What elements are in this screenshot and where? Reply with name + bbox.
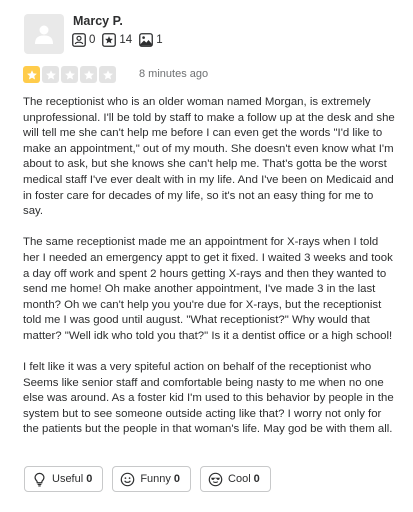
smiley-icon (121, 472, 135, 486)
cool-count: 0 (253, 473, 260, 485)
review-paragraph: I felt like it was a very spiteful actio… (23, 361, 394, 436)
friends-icon (72, 33, 86, 47)
cool-button[interactable]: Cool 0 (200, 466, 271, 492)
reaction-buttons: Useful 0 Funny 0 Cool 0 (24, 466, 280, 492)
funny-button[interactable]: Funny 0 (112, 466, 192, 492)
star-icon (61, 66, 78, 83)
avatar-placeholder-icon (35, 25, 53, 44)
review-text: The receptionist who is an older woman n… (23, 95, 395, 454)
review-timestamp: 8 minutes ago (139, 68, 209, 80)
review-paragraph: The receptionist who is an older woman n… (23, 96, 395, 218)
friends-count: 0 (89, 34, 96, 46)
useful-label: Useful (52, 473, 84, 485)
photos-count: 1 (156, 34, 163, 46)
photos-stat: 1 (139, 33, 163, 47)
cool-label: Cool (228, 473, 251, 485)
review-paragraph: The same receptionist made me an appoint… (23, 236, 393, 342)
star-icon (23, 66, 40, 83)
star-icon (99, 66, 116, 83)
star-icon (80, 66, 97, 83)
useful-count: 0 (86, 473, 93, 485)
star-rating (23, 66, 118, 83)
reviews-count: 14 (119, 34, 133, 46)
avatar[interactable] (24, 14, 64, 54)
useful-button[interactable]: Useful 0 (24, 466, 104, 492)
friends-stat: 0 (72, 33, 95, 47)
photos-icon (139, 33, 154, 47)
user-stats: 0 14 1 (72, 33, 170, 47)
sunglasses-icon (208, 472, 223, 486)
funny-count: 0 (173, 473, 181, 485)
star-icon (42, 66, 59, 83)
reviews-stat: 14 (102, 33, 132, 47)
lightbulb-icon (34, 472, 45, 486)
reviews-star-icon (102, 33, 117, 47)
user-name[interactable]: Marcy P. (73, 14, 123, 28)
funny-label: Funny (140, 473, 171, 485)
